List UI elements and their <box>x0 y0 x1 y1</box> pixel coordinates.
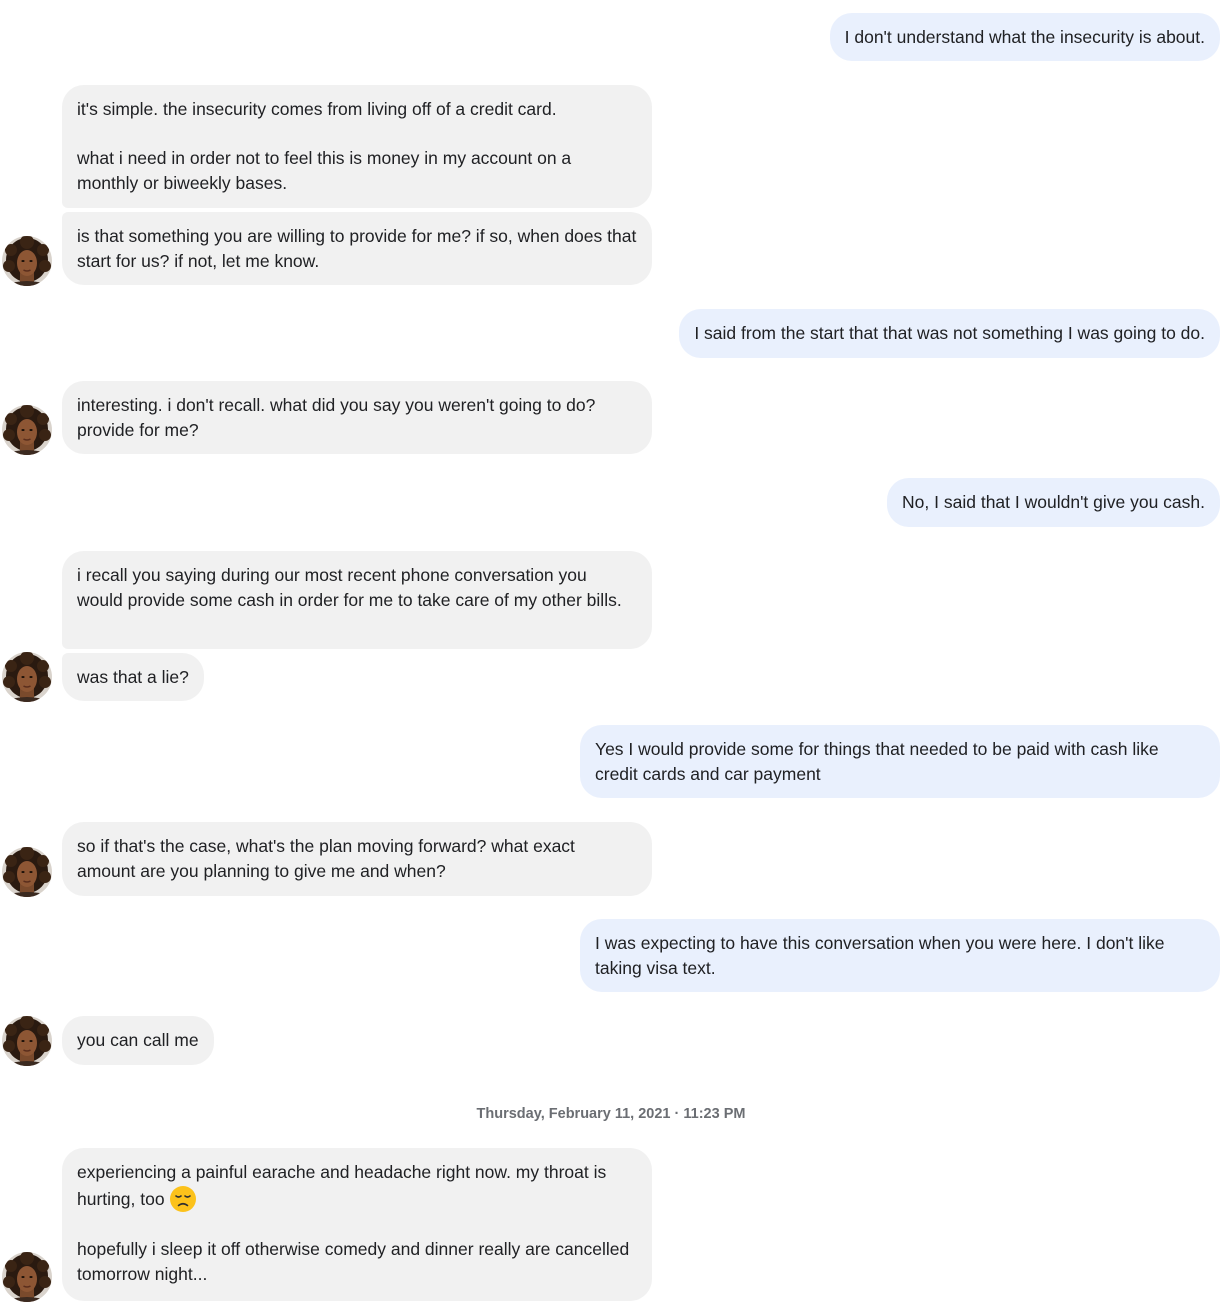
message-paragraph: experiencing a painful earache and heada… <box>77 1160 637 1213</box>
outgoing-message: I was expecting to have this conversatio… <box>580 919 1220 992</box>
timestamp-divider: Thursday, February 11, 2021 · 11:23 PM <box>476 1106 746 1122</box>
message-text: is that something you are willing to pro… <box>77 226 637 271</box>
message-text: what i need in order not to feel this is… <box>77 148 572 193</box>
message-text: I was expecting to have this conversatio… <box>595 933 1165 978</box>
message-text: Yes I would provide some for things that… <box>595 739 1159 784</box>
message-text: experiencing a painful earache and heada… <box>77 1162 607 1209</box>
incoming-message: interesting. i don't recall. what did yo… <box>62 381 652 454</box>
message-text: I don't understand what the insecurity i… <box>844 27 1205 47</box>
message-text: it's simple. the insecurity comes from l… <box>77 99 557 119</box>
contact-avatar[interactable] <box>2 1252 52 1302</box>
incoming-message: so if that's the case, what's the plan m… <box>62 822 652 896</box>
outgoing-message: No, I said that I wouldn't give you cash… <box>887 478 1220 527</box>
contact-avatar[interactable] <box>2 1016 52 1066</box>
contact-avatar[interactable] <box>2 405 52 455</box>
message-text: so if that's the case, what's the plan m… <box>77 836 575 881</box>
incoming-message: i recall you saying during our most rece… <box>62 551 652 649</box>
message-text: I said from the start that that was not … <box>694 323 1205 343</box>
outgoing-message: Yes I would provide some for things that… <box>580 725 1220 798</box>
incoming-message: is that something you are willing to pro… <box>62 212 652 285</box>
contact-avatar[interactable] <box>2 652 52 702</box>
incoming-message: was that a lie? <box>62 653 204 701</box>
outgoing-message: I don't understand what the insecurity i… <box>829 13 1220 61</box>
message-text: hopefully i sleep it off otherwise comed… <box>77 1239 630 1284</box>
message-text: No, I said that I wouldn't give you cash… <box>902 492 1205 512</box>
incoming-message: it's simple. the insecurity comes from l… <box>62 85 652 208</box>
disappointed-face-icon <box>169 1185 197 1213</box>
message-text: you can call me <box>77 1030 199 1050</box>
message-text: i recall you saying during our most rece… <box>77 565 622 610</box>
message-text: was that a lie? <box>77 667 189 687</box>
contact-avatar[interactable] <box>2 236 52 286</box>
outgoing-message: I said from the start that that was not … <box>679 309 1220 358</box>
message-text: interesting. i don't recall. what did yo… <box>77 395 596 440</box>
incoming-message: you can call me <box>62 1016 214 1065</box>
incoming-message: experiencing a painful earache and heada… <box>62 1148 652 1301</box>
contact-avatar[interactable] <box>2 847 52 897</box>
